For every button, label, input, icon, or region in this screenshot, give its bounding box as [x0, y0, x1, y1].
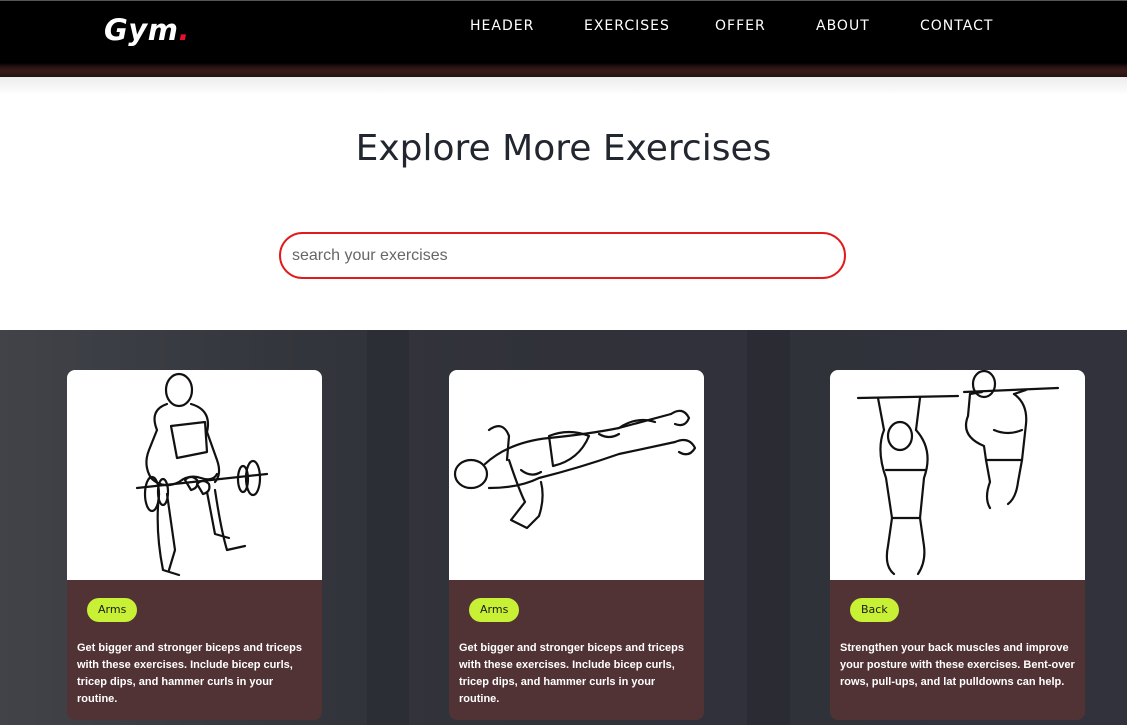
- exercise-cards-section: Arms Get bigger and stronger biceps and …: [0, 330, 1127, 725]
- main-nav: HEADER EXERCISES OFFER ABOUT CONTACT: [0, 18, 1127, 38]
- page-title: Explore More Exercises: [355, 128, 772, 169]
- nav-item-header[interactable]: HEADER: [470, 18, 534, 34]
- barbell-curl-illustration: [67, 370, 322, 580]
- pull-up-illustration: [830, 370, 1085, 580]
- push-up-illustration: [449, 370, 704, 580]
- search-input[interactable]: [279, 232, 846, 279]
- nav-item-offer[interactable]: OFFER: [715, 18, 766, 34]
- header-shadow: [0, 77, 1127, 95]
- category-tag[interactable]: Arms: [469, 598, 520, 622]
- card-description: Strengthen your back muscles and improve…: [840, 642, 1075, 688]
- category-tag[interactable]: Arms: [87, 598, 138, 622]
- nav-item-exercises[interactable]: EXERCISES: [584, 18, 670, 34]
- exercise-card[interactable]: Arms Get bigger and stronger biceps and …: [449, 370, 704, 720]
- nav-item-contact[interactable]: CONTACT: [920, 18, 993, 34]
- top-navbar: Gym. HEADER EXERCISES OFFER ABOUT CONTAC…: [0, 0, 1127, 77]
- card-description: Get bigger and stronger biceps and trice…: [77, 642, 302, 705]
- exercise-card[interactable]: Back Strengthen your back muscles and im…: [830, 370, 1085, 720]
- exercise-card[interactable]: Arms Get bigger and stronger biceps and …: [67, 370, 322, 720]
- card-description: Get bigger and stronger biceps and trice…: [459, 642, 684, 705]
- nav-item-about[interactable]: ABOUT: [816, 18, 870, 34]
- category-tag[interactable]: Back: [850, 598, 899, 622]
